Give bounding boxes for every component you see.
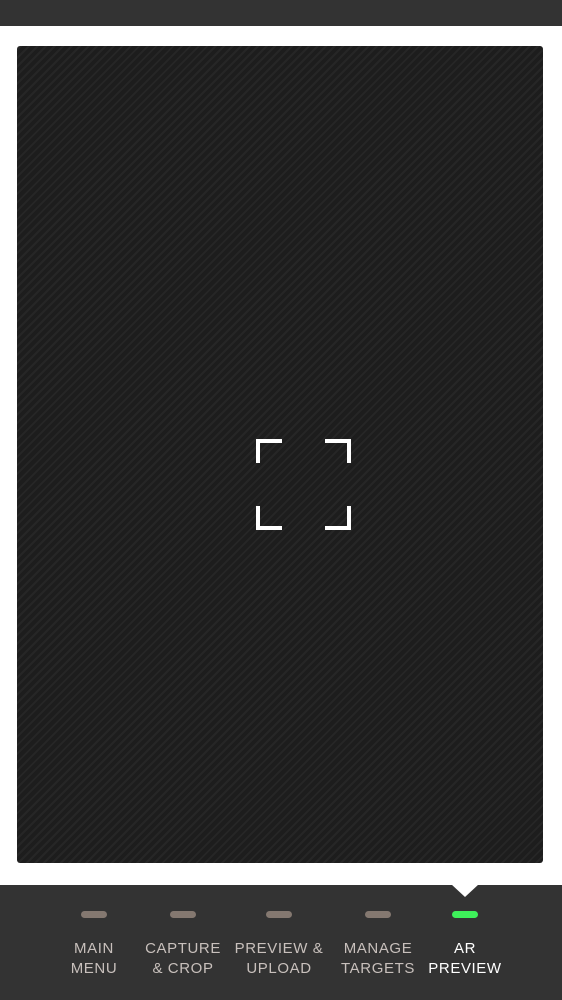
nav-label: MAIN MENU xyxy=(54,939,134,979)
nav-label: MANAGE TARGETS xyxy=(338,939,418,979)
nav-label: CAPTURE & CROP xyxy=(142,939,224,979)
nav-indicator xyxy=(170,911,196,918)
nav-label-line2: UPLOAD xyxy=(246,960,312,977)
nav-item-manage-targets[interactable]: MANAGE TARGETS xyxy=(338,885,418,1000)
nav-item-preview-upload[interactable]: PREVIEW & UPLOAD xyxy=(232,885,326,1000)
nav-indicator xyxy=(365,911,391,918)
nav-label: AR PREVIEW xyxy=(426,939,504,979)
reticle-corner-bottom-right xyxy=(325,506,351,530)
nav-label-line2: TARGETS xyxy=(341,960,415,977)
nav-label-line1: MAIN xyxy=(74,940,114,957)
nav-label: PREVIEW & UPLOAD xyxy=(232,939,326,979)
bottom-navigation: MAIN MENU CAPTURE & CROP PREVIEW & UPLOA… xyxy=(0,884,562,1000)
top-status-bar xyxy=(0,0,562,26)
nav-label-line1: PREVIEW & xyxy=(234,940,324,957)
nav-label-line1: CAPTURE xyxy=(145,940,221,957)
reticle-corner-top-right xyxy=(325,439,351,463)
nav-label-line1: AR xyxy=(453,940,477,957)
nav-item-main-menu[interactable]: MAIN MENU xyxy=(54,885,134,1000)
nav-item-capture-crop[interactable]: CAPTURE & CROP xyxy=(142,885,224,1000)
nav-item-ar-preview[interactable]: AR PREVIEW xyxy=(426,885,504,1000)
nav-label-line2: & CROP xyxy=(152,960,214,977)
nav-label-line2: PREVIEW xyxy=(428,960,502,977)
nav-label-line1: MANAGE xyxy=(343,940,413,957)
scan-frame-icon xyxy=(256,439,351,530)
ar-camera-view[interactable] xyxy=(17,46,543,863)
nav-indicator-active xyxy=(452,911,478,918)
nav-indicator xyxy=(266,911,292,918)
nav-indicator xyxy=(81,911,107,918)
reticle-corner-top-left xyxy=(256,439,282,463)
nav-label-line2: MENU xyxy=(70,960,118,977)
reticle-corner-bottom-left xyxy=(256,506,282,530)
